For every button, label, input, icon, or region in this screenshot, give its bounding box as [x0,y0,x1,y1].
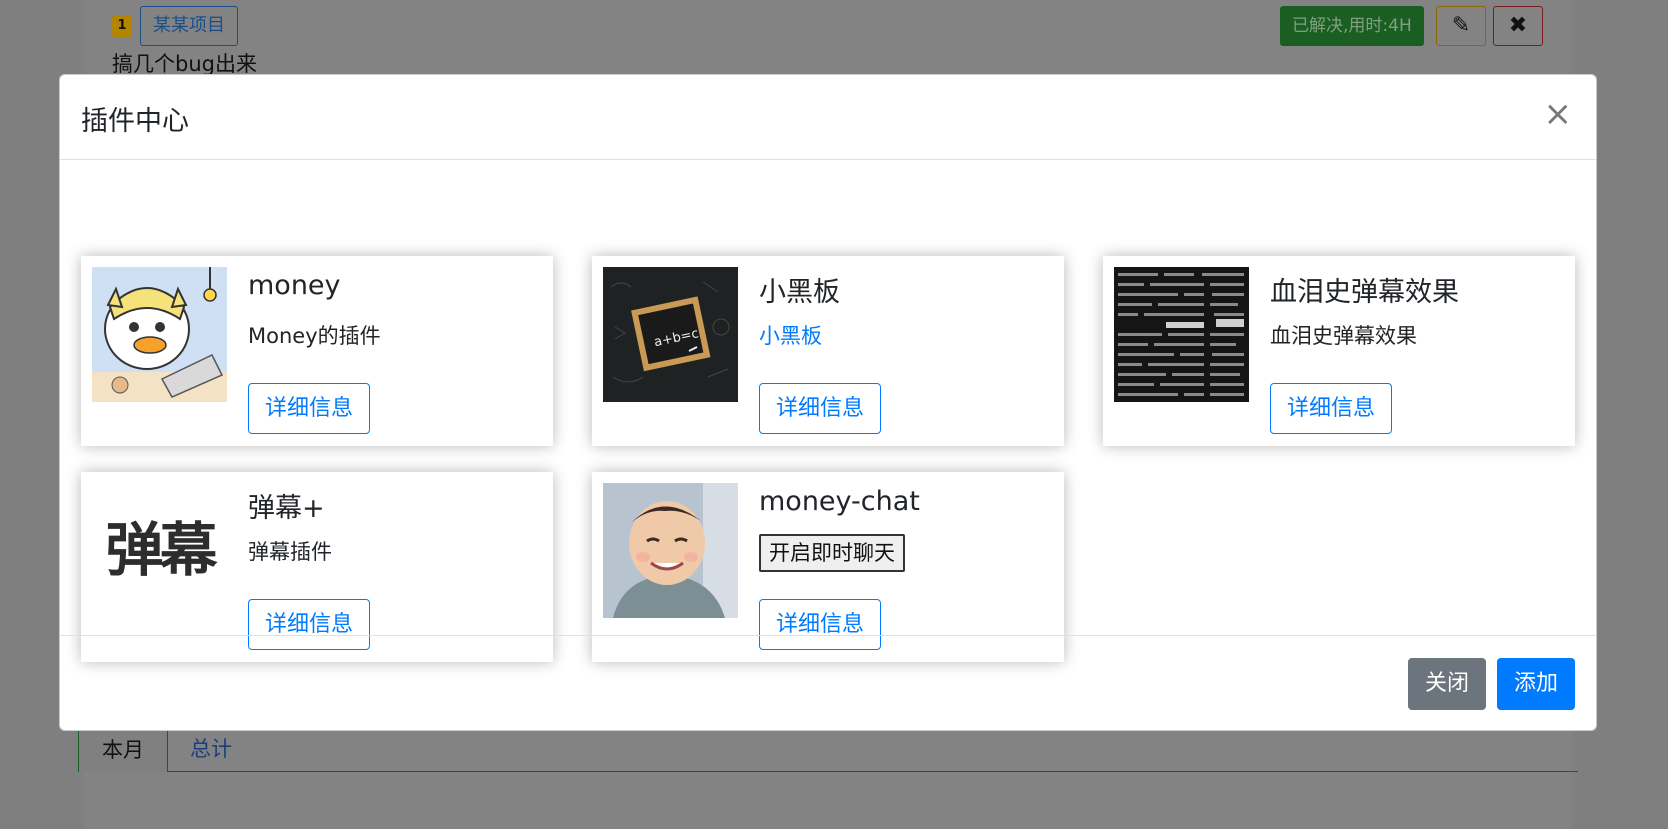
close-x-icon: ✖ [1508,13,1528,38]
plugin-card: money Money的插件 详细信息 [81,256,553,446]
plugin-name: money-chat [759,486,920,517]
plugin-description: Money的插件 [248,324,381,348]
chalkboard-image: a+b=c [603,267,738,402]
plugin-description: 血泪史弹幕效果 [1270,324,1417,348]
baby-photo-image [603,483,738,618]
danmaku-logo-text: 弹幕 [105,516,217,584]
danmaku-logo-image: 弹幕 [92,483,227,618]
duck-laptop-image [92,267,227,402]
detail-button[interactable]: 详细信息 [1270,383,1392,434]
plugin-description-link[interactable]: 小黑板 [759,320,822,350]
delete-button: ✖ [1493,6,1543,46]
modal-footer: 关闭 添加 [60,635,1596,732]
plugin-name: 弹幕+ [248,493,325,524]
tab-total: 总计 [190,737,232,761]
tab-this-month: 本月 [78,726,168,772]
plugin-name: money [248,270,341,301]
close-icon[interactable]: × [1544,97,1573,131]
start-chat-button[interactable]: 开启即时聊天 [759,534,905,572]
plugin-card: 血泪史弹幕效果 血泪史弹幕效果 详细信息 [1103,256,1575,446]
plugin-description: 弹幕插件 [248,540,332,564]
stats-tabs: 本月 总计 [78,726,1578,772]
status-badge: 已解决,用时:4H [1280,6,1424,46]
edit-button: ✎ [1436,6,1486,46]
pencil-icon: ✎ [1451,13,1471,38]
modal-header: 插件中心 × [60,75,1596,160]
close-button[interactable]: 关闭 [1408,658,1486,710]
modal-title: 插件中心 [81,106,189,137]
plugin-card: a+b=c 小黑板 小黑板 详细信息 [592,256,1064,446]
detail-button[interactable]: 详细信息 [248,383,370,434]
plugin-card: money-chat 开启即时聊天 详细信息 [592,472,1064,662]
add-button[interactable]: 添加 [1497,658,1575,710]
plugin-center-modal: 插件中心 × money Money的插件 详细信息 a+b=c 小黑板 小黑板… [59,74,1597,731]
plugin-list: money Money的插件 详细信息 a+b=c 小黑板 小黑板 详细信息 血… [60,161,1596,710]
detail-button[interactable]: 详细信息 [759,383,881,434]
plugin-name: 小黑板 [759,277,840,308]
plugin-card: 弹幕 弹幕+ 弹幕插件 详细信息 [81,472,553,662]
plugin-name: 血泪史弹幕效果 [1270,277,1459,308]
issue-number-badge: 1 [112,15,132,37]
project-tag: 某某项目 [140,6,238,46]
danmaku-text-image [1114,267,1249,402]
